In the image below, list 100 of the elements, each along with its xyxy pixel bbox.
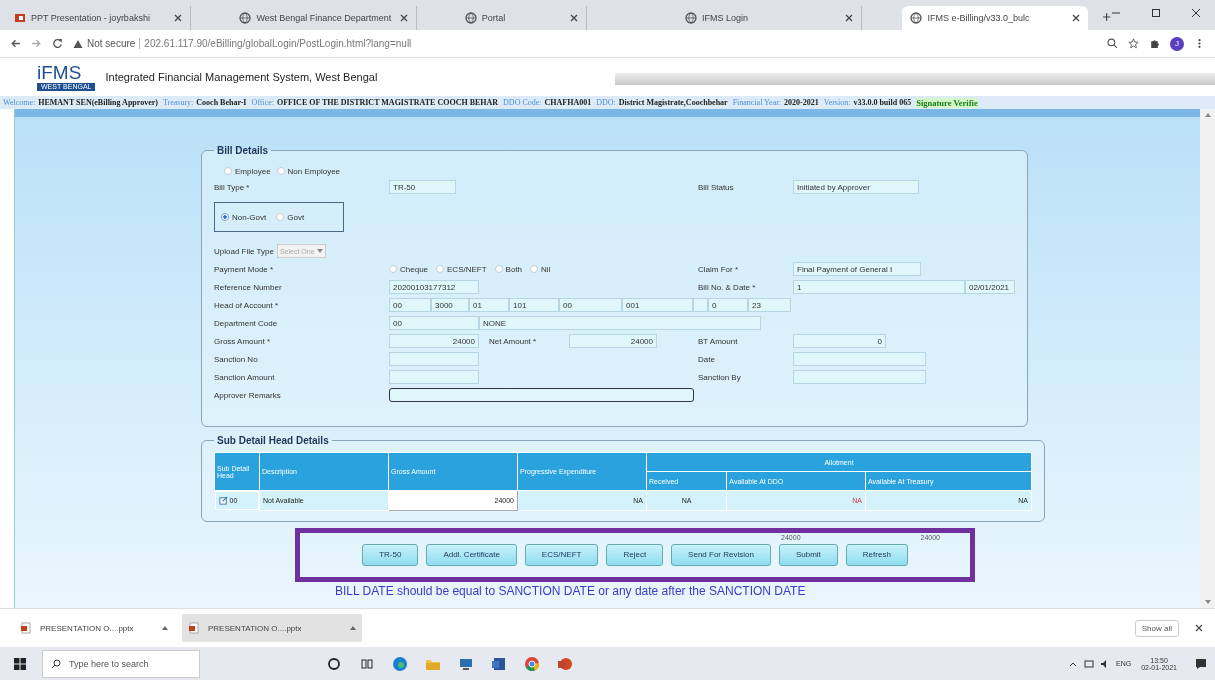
download-item[interactable]: PRESENTATION O....pptx	[182, 614, 362, 642]
zoom-icon[interactable]	[1107, 38, 1118, 49]
input-field[interactable]: 1	[793, 280, 965, 294]
action-button[interactable]: Send For Revision	[671, 543, 771, 566]
date-field[interactable]: 02/01/2021	[965, 280, 1015, 294]
slides-icon	[188, 622, 200, 634]
input-field[interactable]: 20200103177312	[389, 280, 479, 294]
input-field[interactable]	[389, 352, 479, 366]
remarks-field[interactable]	[389, 388, 694, 402]
browser-tab[interactable]: PPT Presentation - joyrbakshi	[6, 6, 192, 30]
info-label: Office:	[251, 98, 274, 107]
action-button[interactable]: TR-50	[362, 543, 419, 566]
field-label: BT Amount	[698, 336, 739, 346]
slides-icon[interactable]	[557, 655, 573, 672]
input-field[interactable]	[693, 298, 708, 312]
scroll-down-icon[interactable]	[1204, 600, 1211, 604]
network-icon[interactable]	[1084, 658, 1094, 669]
globe-icon	[910, 12, 923, 24]
radio-option[interactable]: Govt	[276, 212, 305, 222]
search-field[interactable]: Type here to search	[42, 649, 200, 678]
close-icon[interactable]	[1071, 14, 1080, 22]
close-icon[interactable]	[174, 14, 183, 22]
input-field[interactable]: 00	[559, 298, 622, 312]
input-field[interactable]	[389, 370, 479, 384]
close-icon[interactable]	[399, 14, 408, 22]
field-label: Net Amount *	[488, 336, 538, 346]
caret-icon[interactable]	[162, 626, 168, 630]
address-field[interactable]: Not secure 202.61.117.90/eBilling/globalLogin/PostLogin.html?lang=null	[73, 33, 1097, 54]
info-value: OFFICE OF THE DISTRICT MAGISTRATE COOCH BEHAR	[277, 98, 499, 107]
input-field[interactable]: 0	[708, 298, 748, 312]
input-field[interactable]: 101	[509, 298, 559, 312]
circle-icon[interactable]	[326, 655, 342, 672]
input-field[interactable]: TR-50	[389, 180, 456, 194]
edit-icon[interactable]	[218, 496, 228, 505]
field-label: Date	[698, 354, 716, 364]
info-label: Version:	[823, 98, 851, 107]
info-label: Financial Year:	[732, 98, 782, 107]
show-all-link[interactable]: Show all	[1134, 619, 1179, 637]
radio-option[interactable]: Both	[494, 264, 523, 274]
info-label: DDO Code:	[503, 98, 542, 107]
reload-icon[interactable]	[52, 38, 63, 49]
field-label: Reference Number	[214, 282, 283, 292]
action-button[interactable]: Refresh	[845, 543, 908, 566]
tab-title: IFMS e-Billing/v33.0_bulc	[927, 13, 1031, 23]
new-tab-icon[interactable]	[1101, 12, 1111, 22]
radio-option[interactable]: Cheque	[389, 264, 429, 274]
radio-option[interactable]: Employee	[224, 166, 271, 176]
browser-tab[interactable]: IFMS e-Billing/v33.0_bulc	[902, 6, 1088, 30]
tab-title: West Bengal Finance Department	[256, 13, 393, 23]
windows-icon[interactable]	[14, 657, 26, 670]
info-label: Welcome:	[3, 98, 36, 107]
input-field[interactable]: Final Payment of General I	[793, 262, 921, 276]
input-field[interactable]: 01	[469, 298, 509, 312]
date-field[interactable]	[793, 352, 926, 366]
caret-icon	[316, 249, 323, 253]
edge-browser-icon[interactable]	[392, 655, 408, 672]
radio-option[interactable]: ECS/NEFT	[436, 264, 487, 274]
puzzle-icon[interactable]	[1149, 38, 1160, 49]
star-icon[interactable]	[1128, 38, 1139, 49]
document-icon[interactable]	[491, 655, 507, 672]
back-icon[interactable]	[10, 38, 21, 49]
amount-field[interactable]: 24000	[569, 334, 657, 348]
field-label: Department Code	[214, 318, 279, 328]
close-icon[interactable]	[570, 14, 579, 22]
info-value: Cooch Behar-I	[196, 98, 247, 107]
panel-legend: Sub Detail Head Details	[214, 435, 332, 446]
scroll-up-icon[interactable]	[1204, 113, 1211, 117]
input-field[interactable]: 23	[748, 298, 791, 312]
caret-icon[interactable]	[350, 626, 356, 630]
input-field[interactable]: 00	[389, 316, 479, 330]
amount-field[interactable]: 24000	[389, 334, 479, 348]
input-field[interactable]	[793, 370, 926, 384]
action-button[interactable]: Submit	[778, 543, 838, 566]
input-field[interactable]: Initiated by Approver	[793, 180, 919, 194]
chrome-browser-icon[interactable]	[524, 655, 540, 672]
action-button[interactable]: Reject	[606, 543, 664, 566]
radio-option[interactable]: Nil	[530, 264, 551, 274]
notification-icon[interactable]	[1195, 657, 1207, 670]
browser-tab[interactable]: IFMS Login	[677, 6, 863, 30]
download-item[interactable]: PRESENTATION O....pptx	[14, 614, 174, 642]
browser-tab[interactable]: Portal	[456, 6, 588, 30]
browser-tab[interactable]: West Bengal Finance Department	[231, 6, 417, 30]
field-label: Payment Mode *	[214, 264, 275, 274]
input-field[interactable]: 001	[622, 298, 693, 312]
action-button[interactable]: Addl. Certificate	[426, 543, 517, 566]
profile-avatar[interactable]: J	[1170, 36, 1184, 51]
amount-field[interactable]: 0	[793, 334, 886, 348]
info-value: 2020-2021	[784, 98, 819, 107]
maximize-icon[interactable]	[1151, 8, 1161, 18]
action-button[interactable]: ECS/NEFT	[524, 543, 599, 566]
radio-option[interactable]: Non Employee	[276, 166, 341, 176]
close-icon[interactable]	[845, 14, 854, 22]
input-field[interactable]: 3000	[431, 298, 469, 312]
close-icon[interactable]	[1191, 8, 1201, 18]
radio-option[interactable]: Non-Govt	[221, 212, 267, 222]
input-field[interactable]: NONE	[479, 316, 761, 330]
scrollbar[interactable]	[1200, 109, 1215, 608]
input-field[interactable]: 00	[389, 298, 431, 312]
close-icon[interactable]	[1195, 624, 1203, 632]
field-label: Bill Status	[698, 182, 735, 192]
